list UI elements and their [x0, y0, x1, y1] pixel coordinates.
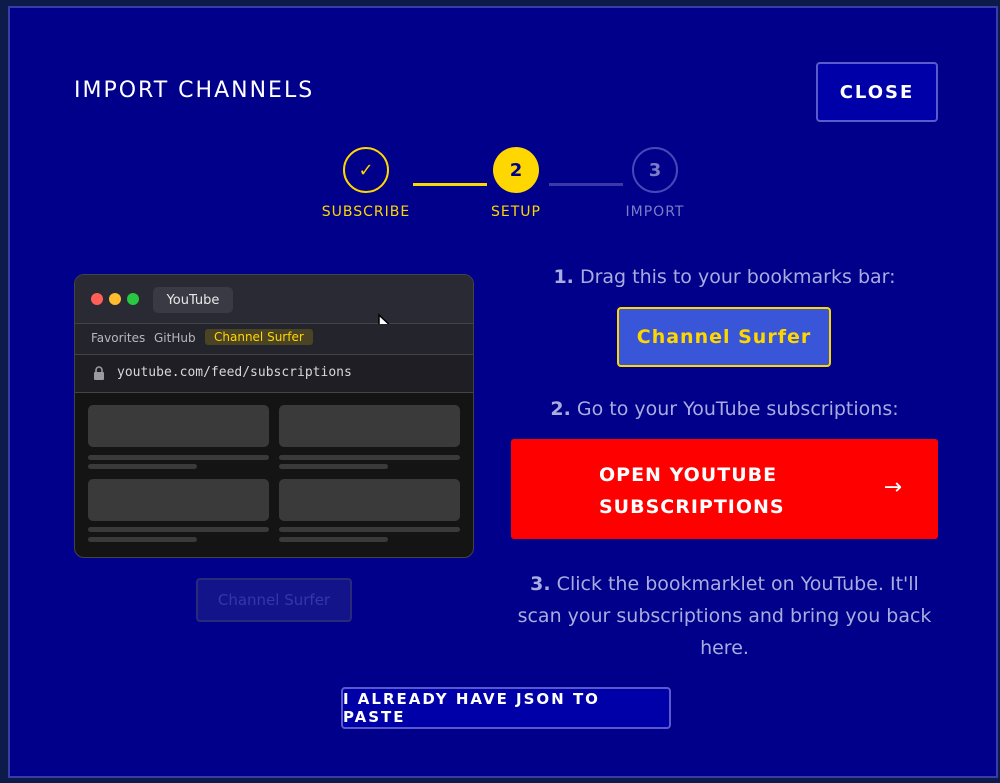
- channel-surfer-bookmarklet[interactable]: Channel Surfer: [617, 307, 831, 367]
- step-connector-1: [413, 183, 487, 186]
- step-setup-circle: 2: [493, 147, 539, 193]
- close-dot-icon: [91, 293, 103, 305]
- instruction-step-2-number: 2.: [550, 398, 571, 420]
- arrow-right-icon: →: [883, 475, 902, 500]
- step-subscribe-circle: ✓: [343, 147, 389, 193]
- check-icon: ✓: [358, 159, 374, 181]
- step-import-number: 3: [648, 159, 662, 181]
- drag-preview-bookmarklet: Channel Surfer: [196, 578, 352, 622]
- instruction-step-3: 3. Click the bookmarklet on YouTube. It'…: [511, 568, 938, 664]
- instruction-step-1: 1. Drag this to your bookmarks bar:: [511, 266, 938, 288]
- instruction-step-2-text: Go to your YouTube subscriptions:: [576, 398, 899, 420]
- placeholder-card: [279, 405, 460, 447]
- minimize-dot-icon: [109, 293, 121, 305]
- open-youtube-label: OPEN YOUTUBE SUBSCRIPTIONS: [599, 464, 785, 518]
- instruction-step-3-number: 3.: [530, 573, 551, 595]
- instruction-step-3-text: Click the bookmarklet on YouTube. It'll …: [517, 573, 932, 659]
- placeholder-card: [88, 405, 269, 447]
- maximize-dot-icon: [127, 293, 139, 305]
- step-subscribe-label: SUBSCRIBE: [321, 204, 411, 220]
- placeholder-line: [88, 537, 197, 542]
- browser-tab: YouTube: [153, 287, 233, 313]
- bookmark-channel-surfer: Channel Surfer: [205, 329, 313, 345]
- lock-icon: [94, 366, 104, 380]
- step-setup-label: SETUP: [491, 204, 541, 220]
- placeholder-card: [279, 479, 460, 521]
- placeholder-line: [279, 537, 388, 542]
- close-button[interactable]: CLOSE: [816, 62, 938, 122]
- address-bar: youtube.com/feed/subscriptions: [75, 355, 473, 393]
- instruction-step-2: 2. Go to your YouTube subscriptions:: [511, 398, 938, 420]
- instruction-step-1-number: 1.: [553, 266, 574, 288]
- modal-title: IMPORT CHANNELS: [74, 78, 315, 103]
- bookmarks-bar: Favorites GitHub Channel Surfer: [75, 324, 473, 355]
- placeholder-card: [88, 479, 269, 521]
- placeholder-line: [279, 455, 460, 460]
- placeholder-line: [88, 527, 269, 532]
- paste-json-button[interactable]: I ALREADY HAVE JSON TO PASTE: [341, 687, 671, 729]
- browser-titlebar: YouTube: [75, 275, 473, 341]
- open-youtube-subscriptions-button[interactable]: OPEN YOUTUBE SUBSCRIPTIONS →: [511, 439, 938, 539]
- browser-illustration: YouTube Favorites GitHub Channel Surfer …: [74, 274, 474, 558]
- import-channels-modal: IMPORT CHANNELS CLOSE ✓ SUBSCRIBE 2 SETU…: [8, 6, 998, 778]
- placeholder-line: [88, 455, 269, 460]
- step-connector-2: [549, 183, 623, 186]
- placeholder-line: [88, 464, 197, 469]
- placeholder-line: [279, 464, 388, 469]
- step-import-circle: 3: [632, 147, 678, 193]
- step-setup-number: 2: [509, 159, 523, 181]
- bookmark-favorites: Favorites: [91, 331, 146, 345]
- step-import-label: IMPORT: [625, 204, 685, 220]
- placeholder-line: [279, 527, 460, 532]
- url-text: youtube.com/feed/subscriptions: [117, 365, 352, 380]
- instruction-step-1-text: Drag this to your bookmarks bar:: [579, 266, 896, 288]
- bookmark-github: GitHub: [154, 331, 196, 345]
